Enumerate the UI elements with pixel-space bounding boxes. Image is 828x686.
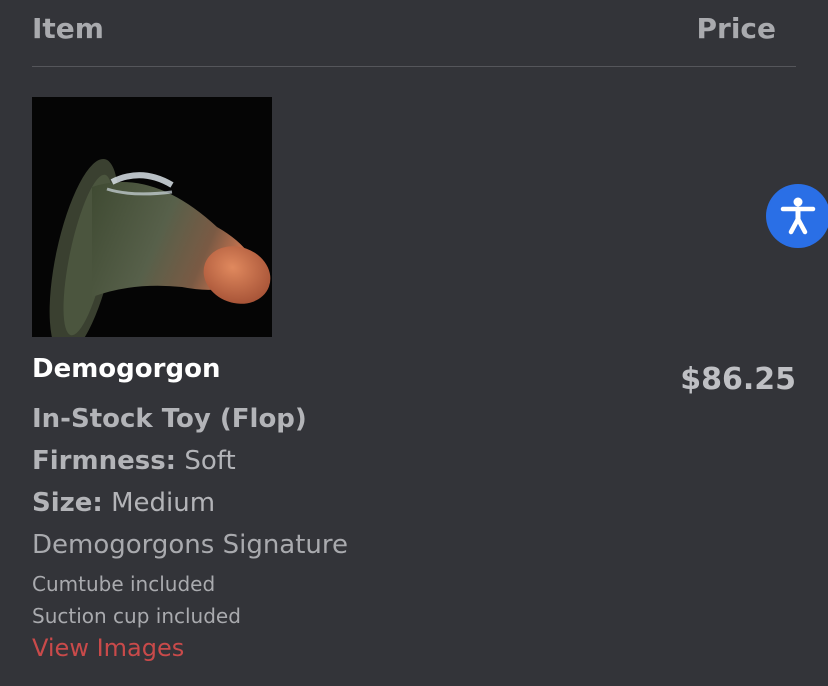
product-price: $86.25	[680, 362, 796, 397]
item-column-header: Item	[32, 12, 104, 45]
firmness-label: Firmness:	[32, 446, 177, 476]
accessibility-person-icon	[780, 197, 816, 235]
size-value: Medium	[111, 488, 216, 518]
cart-table-header: Item Price	[32, 0, 796, 67]
product-name[interactable]: Demogorgon	[32, 354, 220, 384]
view-images-link[interactable]: View Images	[32, 634, 184, 662]
firmness-row: Firmness: Soft	[32, 446, 236, 476]
product-variant: In-Stock Toy (Flop)	[32, 404, 307, 434]
size-label: Size:	[32, 488, 103, 518]
extra-option-cumtube: Cumtube included	[32, 572, 216, 596]
size-row: Size: Medium	[32, 488, 215, 518]
accessibility-button[interactable]	[768, 186, 828, 246]
price-column-header: Price	[696, 12, 776, 45]
product-photo-image	[49, 159, 271, 337]
extra-option-suction-cup: Suction cup included	[32, 604, 241, 628]
firmness-value: Soft	[184, 446, 236, 476]
product-thumbnail[interactable]	[32, 97, 272, 337]
signature-option: Demogorgons Signature	[32, 530, 349, 560]
